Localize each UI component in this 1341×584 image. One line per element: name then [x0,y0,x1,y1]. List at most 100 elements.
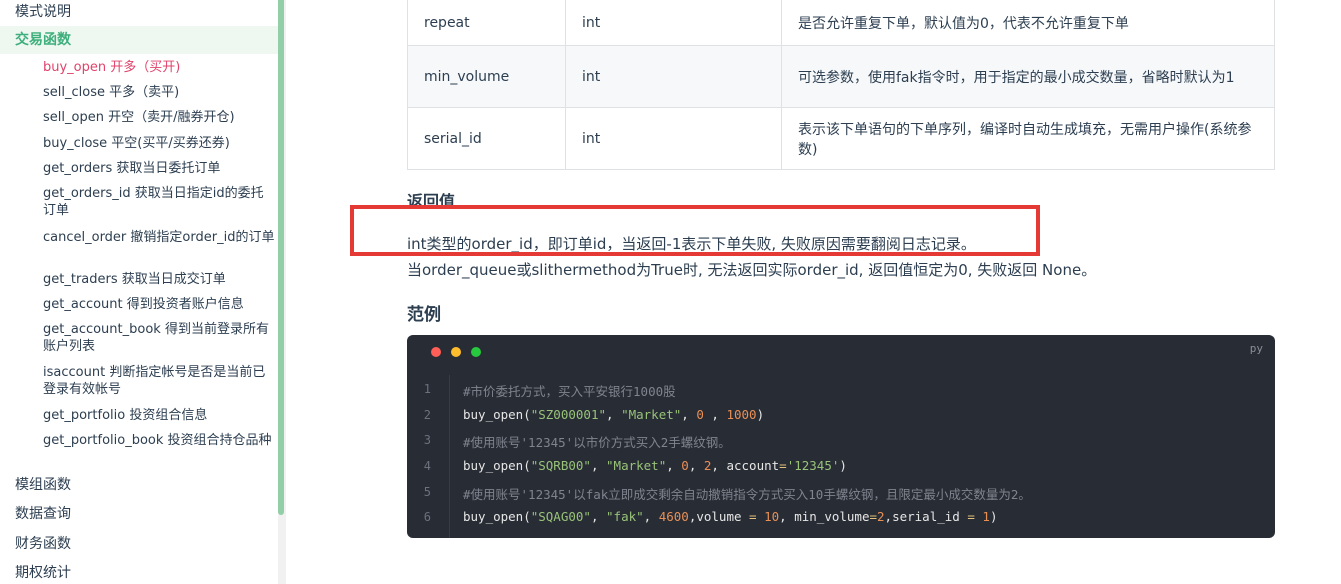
fn-desc: 投资组合持仓品种 [163,433,272,448]
line-number: 1 [423,382,431,396]
code-operator: = [749,509,757,524]
param-name: repeat [407,0,566,46]
line-number: 5 [423,485,431,499]
table-row: repeat int 是否允许重复下单，默认值为0，代表不允许重复下单 [407,0,1275,46]
fn-desc: 获取当日成交订单 [117,272,226,287]
code-string: '12345' [786,458,840,473]
code-operator: = [967,509,975,524]
sidebar-section-finance-functions[interactable]: 财务函数 [15,534,71,554]
fn-name: buy_close [43,136,108,151]
param-type: int [565,0,782,46]
code-token: , [688,458,704,473]
param-type: int [565,107,782,170]
line-number: 3 [423,433,431,447]
param-desc: 可选参数，使用fak指令时，用于指定的最小成交数量，省略时默认为1 [781,45,1275,108]
sidebar-item-buy-open[interactable]: buy_open 开多（买开) [43,59,275,76]
fn-desc: 开空（卖开/融券开仓) [103,110,235,125]
window-maximize-dot-icon [471,347,481,357]
line-number: 2 [423,408,431,422]
fn-name: get_account [43,297,123,312]
code-comment: #使用账号'12345'以fak立即成交剩余自动撤销指令方式买入10手螺纹钢，且… [463,487,1031,502]
code-operator: = [869,509,878,524]
code-token: , [590,509,607,524]
line-number: 6 [423,510,431,524]
sidebar-item-sell-close[interactable]: sell_close 平多（卖平) [43,84,275,101]
fn-name: get_orders_id [43,186,131,201]
code-string: "SZ000001" [530,407,606,422]
sidebar-section-label: 交易函数 [15,32,71,48]
code-comment: #市价委托方式，买入平安银行1000股 [463,384,676,399]
sidebar-item-mode-desc[interactable]: 模式说明 [15,2,71,22]
code-string: "SQAG00" [530,509,591,524]
code-token: , [703,407,727,422]
code-token: , [590,458,607,473]
code-token: ) [839,458,847,473]
code-line: #使用账号'12345'以市价方式买入2手螺纹钢。 [463,432,731,451]
sidebar-item-sell-open[interactable]: sell_open 开空（卖开/融券开仓) [43,109,275,126]
return-desc-line2: 当order_queue或slithermethod为True时, 无法返回实际… [407,261,1097,279]
code-token: ,volume [688,509,750,524]
code-line: buy_open("SQAG00", "fak", 4600,volume = … [463,509,997,524]
fn-name: sell_open [43,110,104,125]
highlight-box [350,205,1040,256]
sidebar-item-get-account-book[interactable]: get_account_book 得到当前登录所有账户列表 [43,321,275,355]
param-desc: 是否允许重复下单，默认值为0，代表不允许重复下单 [781,0,1275,46]
code-token: , [681,407,697,422]
fn-name: get_traders [43,272,118,287]
code-token: , [643,509,659,524]
sidebar-item-get-portfolio[interactable]: get_portfolio 投资组合信息 [43,407,275,424]
sidebar-item-buy-close[interactable]: buy_close 平空(买平/买券还券) [43,135,275,152]
sidebar-item-isaccount[interactable]: isaccount 判断指定帐号是否是当前已登录有效帐号 [43,364,275,398]
fn-name: get_portfolio_book [43,433,164,448]
code-line: buy_open("SZ000001", "Market", 0 , 1000) [463,407,764,422]
code-token: ,serial_id [884,509,968,524]
fn-name: get_account_book [43,322,161,337]
sidebar-item-cancel-order[interactable]: cancel_order 撤销指定order_id的订单 [43,229,275,246]
code-token: buy_open( [463,407,531,422]
fn-name: isaccount [43,365,106,380]
fn-name: buy_open [43,60,107,75]
fn-name: get_portfolio [43,408,126,423]
sidebar-item-get-account[interactable]: get_account 得到投资者账户信息 [43,296,275,313]
table-row: serial_id int 表示该下单语句的下单序列，编译时自动生成填充，无需用… [407,107,1275,170]
param-desc: 表示该下单语句的下单序列，编译时自动生成填充，无需用户操作(系统参数) [781,107,1275,170]
sidebar-item-get-portfolio-book[interactable]: get_portfolio_book 投资组合持仓品种 [43,432,275,449]
param-name: serial_id [407,107,566,170]
code-string: "SQRB00" [530,458,591,473]
sidebar-section-module-functions[interactable]: 模组函数 [15,475,71,495]
code-token: , account [711,458,780,473]
param-name: min_volume [407,45,566,108]
code-token: buy_open( [463,509,531,524]
code-line: #市价委托方式，买入平安银行1000股 [463,381,676,400]
sidebar: 模式说明 交易函数 buy_open 开多（买开) sell_close 平多（… [0,0,278,584]
code-number: 0 [696,407,704,422]
code-token: ) [756,407,765,422]
code-token: ) [989,509,998,524]
sidebar-item-get-traders[interactable]: get_traders 获取当日成交订单 [43,271,275,288]
table-row: min_volume int 可选参数，使用fak指令时，用于指定的最小成交数量… [407,45,1275,108]
sidebar-item-get-orders[interactable]: get_orders 获取当日委托订单 [43,160,275,177]
sidebar-scrollbar-thumb[interactable] [278,0,284,515]
sidebar-section-trading-functions[interactable]: 交易函数 [0,26,278,54]
sidebar-section-option-stats[interactable]: 期权统计 [15,563,71,583]
code-number: 0 [681,458,689,473]
code-language-label: py [1249,342,1263,355]
code-number: 1000 [726,407,757,422]
fn-name: cancel_order [43,230,127,245]
sidebar-item-get-orders-id[interactable]: get_orders_id 获取当日指定id的委托订单 [43,185,275,219]
code-operator: = [779,458,787,473]
code-line: #使用账号'12345'以fak立即成交剩余自动撤销指令方式买入10手螺纹钢，且… [463,484,1031,503]
code-line: buy_open("SQRB00", "Market", 0, 2, accou… [463,458,847,473]
fn-desc: 平空(买平/买券还券) [107,136,230,151]
code-number: 2 [877,509,885,524]
sidebar-section-data-query[interactable]: 数据查询 [15,504,71,524]
code-comment: #使用账号'12345'以市价方式买入2手螺纹钢。 [463,435,731,450]
window-minimize-dot-icon [451,347,461,357]
line-number-gutter: 1 2 3 4 5 6 [407,375,450,538]
fn-desc: 得到投资者账户信息 [122,297,244,312]
params-table: repeat int 是否允许重复下单，默认值为0，代表不允许重复下单 min_… [407,0,1275,170]
line-number: 4 [423,459,431,473]
code-token: buy_open( [463,458,531,473]
fn-desc: 开多（买开) [106,60,181,75]
